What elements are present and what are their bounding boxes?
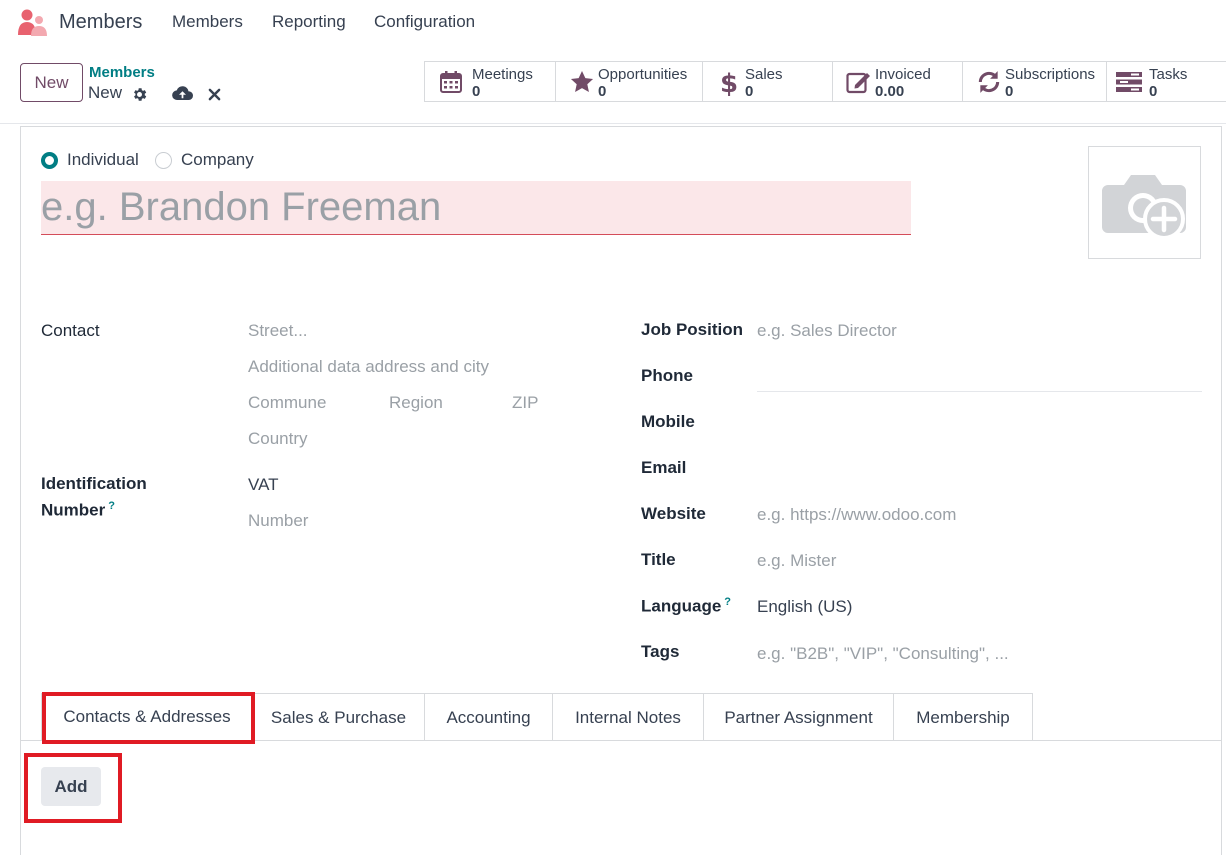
invoiced-smart-button[interactable]: Invoiced 0.00 [833,62,963,101]
svg-text:$: $ [720,69,738,96]
highlight-add-box [24,753,122,823]
individual-radio[interactable]: Individual [41,150,139,170]
phone-label: Phone [641,366,693,385]
calendar-icon [437,69,465,95]
tab-sales-purchase[interactable]: Sales & Purchase [252,693,425,741]
partner-name-input[interactable] [41,181,911,235]
street2-input[interactable]: Additional data address and city [248,357,489,377]
tasks-icon [1115,69,1143,95]
app-name[interactable]: Members [59,11,142,34]
radio-checked-indicator[interactable] [41,151,58,169]
mobile-label: Mobile [641,412,695,431]
control-panel-divider [0,123,1226,124]
tags-input[interactable]: e.g. "B2B", "VIP", "Consulting", ... [757,644,1009,664]
job-position-input[interactable]: e.g. Sales Director [757,321,897,341]
identification-label: Identification [41,474,147,493]
dollar-icon: $ [715,69,743,96]
breadcrumb-members[interactable]: Members [89,64,155,81]
camera-plus-icon [1101,174,1186,240]
cloud-upload-icon[interactable] [171,84,193,102]
meetings-smart-button[interactable]: Meetings 0 [425,62,556,101]
gear-icon[interactable] [130,85,148,103]
identification-number-label: Number? [41,500,115,520]
vat-selector[interactable]: VAT [248,475,279,495]
language-label: Language? [641,596,732,616]
top-navbar: Members Members Reporting Configuration [0,0,1226,46]
sales-smart-button[interactable]: $ Sales 0 [703,62,833,101]
title-input[interactable]: e.g. Mister [757,551,836,571]
edit-invoice-icon [845,69,873,95]
country-input[interactable]: Country [248,429,308,449]
phone-input[interactable] [757,391,1202,392]
tasks-smart-button[interactable]: Tasks 0 [1107,62,1226,101]
commune-input[interactable]: Commune [248,393,326,413]
language-select[interactable]: English (US) [757,597,852,617]
menu-reporting[interactable]: Reporting [272,12,346,32]
avatar-upload[interactable] [1088,146,1201,259]
website-input[interactable]: e.g. https://www.odoo.com [757,505,956,525]
tab-membership[interactable]: Membership [893,693,1033,741]
tab-partner-assignment[interactable]: Partner Assignment [703,693,894,741]
subscriptions-smart-button[interactable]: Subscriptions 0 [963,62,1107,101]
star-icon [568,69,596,95]
street-input[interactable]: Street... [248,321,308,341]
menu-configuration[interactable]: Configuration [374,12,475,32]
highlight-tab-box [42,692,255,744]
email-label: Email [641,458,687,477]
tab-accounting[interactable]: Accounting [424,693,553,741]
radio-unchecked-indicator[interactable] [155,151,172,169]
company-radio[interactable]: Company [155,150,254,170]
vat-number-input[interactable]: Number [248,511,308,531]
help-tooltip-icon[interactable]: ? [108,500,115,512]
website-label: Website [641,504,706,523]
discard-close-icon[interactable] [206,86,222,102]
new-button[interactable]: New [20,63,83,102]
breadcrumb-current: New [88,83,123,102]
form-sheet [20,126,1222,855]
help-tooltip-icon[interactable]: ? [724,596,731,608]
contact-label: Contact [41,321,100,340]
menu-members[interactable]: Members [172,12,243,32]
tags-label: Tags [641,642,680,661]
region-input[interactable]: Region [389,393,443,413]
zip-input[interactable]: ZIP [512,393,538,413]
smart-buttons-bar: Meetings 0 Opportunities 0 $ Sales 0 Inv… [424,61,1226,102]
title-label: Title [641,550,676,569]
opportunities-smart-button[interactable]: Opportunities 0 [556,62,703,101]
members-app-icon[interactable] [18,9,48,37]
tab-internal-notes[interactable]: Internal Notes [552,693,704,741]
job-position-label: Job Position [641,320,743,339]
refresh-icon [975,69,1003,95]
